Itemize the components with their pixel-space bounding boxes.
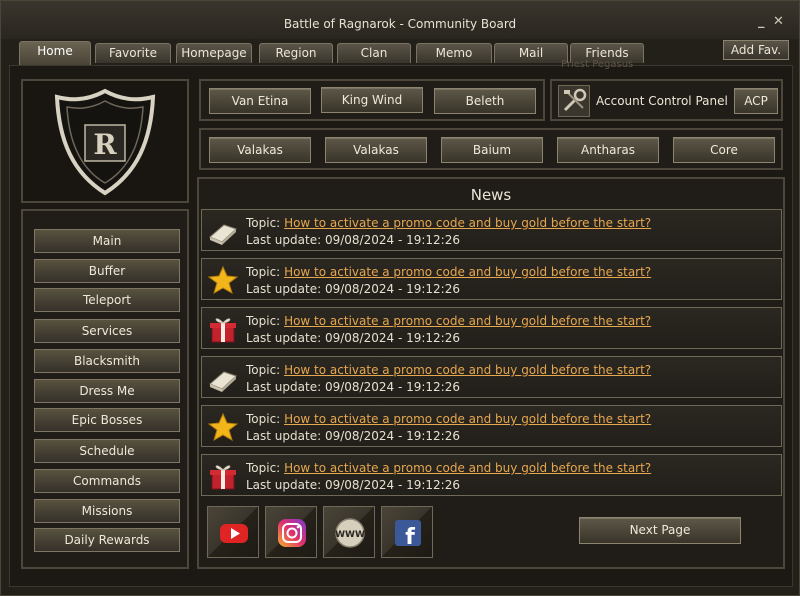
region-button-beleth[interactable]: Beleth xyxy=(434,88,536,114)
facebook-button[interactable]: f xyxy=(381,506,433,558)
news-topic-label: Topic: xyxy=(246,363,281,377)
sidebar-item-schedule[interactable]: Schedule xyxy=(34,439,180,463)
instagram-button[interactable] xyxy=(265,506,317,558)
sidebar-item-services[interactable]: Services xyxy=(34,319,180,343)
add-favorite-button[interactable]: Add Fav. xyxy=(723,40,789,60)
news-item: Topic: How to activate a promo code and … xyxy=(201,405,782,447)
region-button-van-etina[interactable]: Van Etina xyxy=(209,88,311,114)
news-topic-link[interactable]: How to activate a promo code and buy gol… xyxy=(284,461,651,475)
facebook-icon-text: f xyxy=(405,525,415,549)
next-page-button[interactable]: Next Page xyxy=(579,517,741,544)
news-date: 09/08/2024 - 19:12:26 xyxy=(324,282,460,296)
book-icon xyxy=(209,371,237,392)
server-logo: R xyxy=(21,79,189,203)
www-icon-text: WWW xyxy=(335,530,365,540)
sidebar-item-daily-rewards[interactable]: Daily Rewards xyxy=(34,528,180,552)
tab-memo[interactable]: Memo xyxy=(416,43,492,63)
tab-mail[interactable]: Mail xyxy=(494,43,568,63)
sidebar-item-teleport[interactable]: Teleport xyxy=(34,288,180,312)
news-date: 09/08/2024 - 19:12:26 xyxy=(324,429,460,443)
news-item: Topic: How to activate a promo code and … xyxy=(201,454,782,496)
news-item: Topic: How to activate a promo code and … xyxy=(201,209,782,251)
website-button[interactable]: WWW xyxy=(323,506,375,558)
instagram-icon xyxy=(278,519,306,547)
sidebar-item-main[interactable]: Main xyxy=(34,229,180,253)
news-date: 09/08/2024 - 19:12:26 xyxy=(324,331,460,345)
news-update-label: Last update: xyxy=(246,478,322,492)
boss-button-baium[interactable]: Baium xyxy=(441,137,543,163)
news-topic-link[interactable]: How to activate a promo code and buy gol… xyxy=(284,216,651,230)
www-icon: WWW xyxy=(335,518,365,548)
sidebar-item-commands[interactable]: Commands xyxy=(34,469,180,493)
region-panel: Van Etina King Wind Beleth xyxy=(199,79,545,121)
news-item: Topic: How to activate a promo code and … xyxy=(201,258,782,300)
boss-button-valakas[interactable]: Valakas xyxy=(209,137,311,163)
bosses-panel: Valakas Valakas Baium Antharas Core xyxy=(199,128,783,170)
youtube-button[interactable] xyxy=(207,506,259,558)
news-item: Topic: How to activate a promo code and … xyxy=(201,307,782,349)
star-icon xyxy=(208,413,238,441)
news-date: 09/08/2024 - 19:12:26 xyxy=(324,380,460,394)
gift-icon xyxy=(210,465,236,490)
facebook-icon: f xyxy=(395,520,421,549)
sidebar-item-missions[interactable]: Missions xyxy=(34,499,180,523)
news-update-label: Last update: xyxy=(246,380,322,394)
news-title: News xyxy=(470,186,512,204)
tab-homepage[interactable]: Homepage xyxy=(176,43,252,63)
news-update-label: Last update: xyxy=(246,282,322,296)
community-board-window: Battle of Ragnarok - Community Board _ ✕… xyxy=(0,0,800,596)
boss-button-core[interactable]: Core xyxy=(673,137,775,163)
news-topic-label: Topic: xyxy=(246,412,281,426)
news-update-label: Last update: xyxy=(246,429,322,443)
background-ghost-text: Priest Pegasus xyxy=(561,59,634,70)
region-button-king-wind[interactable]: King Wind xyxy=(321,87,423,113)
news-topic-label: Topic: xyxy=(246,216,281,230)
tab-region[interactable]: Region xyxy=(259,43,333,63)
account-panel-label: Account Control Panel xyxy=(596,94,728,108)
tab-clan[interactable]: Clan xyxy=(337,43,411,63)
news-date: 09/08/2024 - 19:12:26 xyxy=(324,233,460,247)
news-topic-link[interactable]: How to activate a promo code and buy gol… xyxy=(284,363,651,377)
star-icon xyxy=(208,266,238,294)
minimize-button[interactable]: _ xyxy=(758,14,765,29)
news-update-label: Last update: xyxy=(246,331,322,345)
sidebar-menu: Main Buffer Teleport Services Blacksmith… xyxy=(21,209,189,569)
boss-button-valakas-2[interactable]: Valakas xyxy=(325,137,427,163)
news-topic-link[interactable]: How to activate a promo code and buy gol… xyxy=(284,314,651,328)
news-topic-link[interactable]: How to activate a promo code and buy gol… xyxy=(284,265,651,279)
sidebar-item-dress-me[interactable]: Dress Me xyxy=(34,379,180,403)
close-button[interactable]: ✕ xyxy=(773,14,784,29)
tab-favorite[interactable]: Favorite xyxy=(95,43,171,63)
youtube-icon xyxy=(220,524,248,543)
tab-home[interactable]: Home xyxy=(19,41,91,65)
window-title: Battle of Ragnarok - Community Board xyxy=(283,17,517,31)
boss-button-antharas[interactable]: Antharas xyxy=(557,137,659,163)
title-bar[interactable]: Battle of Ragnarok - Community Board _ ✕ xyxy=(1,1,799,39)
logo-letter: R xyxy=(93,128,117,161)
news-topic-label: Topic: xyxy=(246,461,281,475)
gift-icon xyxy=(210,318,236,343)
news-item: Topic: How to activate a promo code and … xyxy=(201,356,782,398)
sidebar-item-blacksmith[interactable]: Blacksmith xyxy=(34,349,180,373)
news-topic-label: Topic: xyxy=(246,314,281,328)
acp-button[interactable]: ACP xyxy=(734,88,778,114)
news-topic-link[interactable]: How to activate a promo code and buy gol… xyxy=(284,412,651,426)
sidebar-item-epic-bosses[interactable]: Epic Bosses xyxy=(34,408,180,432)
news-update-label: Last update: xyxy=(246,233,322,247)
shield-logo-icon: R xyxy=(54,88,156,196)
tools-icon xyxy=(558,85,590,117)
sidebar-item-buffer[interactable]: Buffer xyxy=(34,259,180,283)
account-panel: Account Control Panel ACP xyxy=(550,79,783,121)
news-date: 09/08/2024 - 19:12:26 xyxy=(324,478,460,492)
news-topic-label: Topic: xyxy=(246,265,281,279)
book-icon xyxy=(209,224,237,245)
